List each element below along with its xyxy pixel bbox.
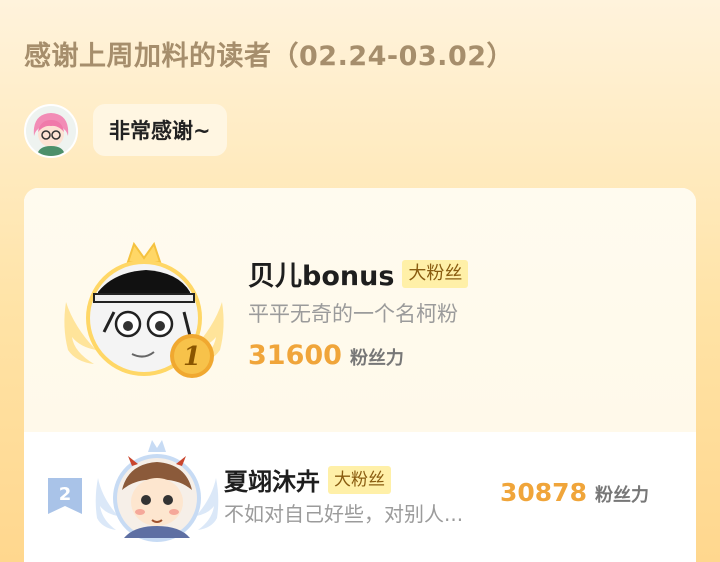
top-fan-name[interactable]: 贝儿bonus 大粉丝 bbox=[248, 254, 469, 293]
score-unit: 粉丝力 bbox=[349, 348, 404, 369]
score-unit: 粉丝力 bbox=[594, 485, 649, 506]
gold-medal-icon: 1 bbox=[170, 334, 214, 378]
fan-score: 30878 粉丝力 bbox=[500, 478, 649, 507]
fan-name[interactable]: 夏翊沐卉 大粉丝 bbox=[224, 462, 391, 497]
score-value: 30878 bbox=[500, 478, 587, 507]
rank-number: 1 bbox=[183, 342, 201, 372]
fan-badge: 大粉丝 bbox=[402, 259, 469, 288]
second-fan-avatar-crest[interactable] bbox=[94, 438, 220, 550]
fan-badge: 大粉丝 bbox=[328, 465, 391, 494]
anime-girl-avatar-icon bbox=[26, 106, 76, 156]
rank-number: 2 bbox=[59, 484, 72, 505]
fan-name-text: 贝儿bonus bbox=[248, 261, 395, 292]
top-fan-avatar-crest[interactable]: 1 bbox=[54, 232, 234, 402]
page-title: 感谢上周加料的读者（02.24-03.02） bbox=[24, 41, 515, 72]
ranking-card: 1 贝儿bonus 大粉丝 平平无奇的一个名柯粉 31600 粉丝力 2 夏翊沐… bbox=[24, 188, 696, 562]
top-fan-score: 31600 粉丝力 bbox=[248, 340, 404, 371]
top-fan-description: 平平无奇的一个名柯粉 bbox=[248, 302, 458, 326]
silver-rank-badge-icon: 2 bbox=[48, 478, 82, 514]
score-value: 31600 bbox=[248, 340, 342, 371]
host-message: 非常感谢~ bbox=[93, 104, 227, 156]
fan-description: 不如对自己好些，对别人... bbox=[224, 502, 464, 526]
host-avatar[interactable] bbox=[24, 104, 78, 158]
fan-name-text: 夏翊沐卉 bbox=[224, 468, 320, 496]
